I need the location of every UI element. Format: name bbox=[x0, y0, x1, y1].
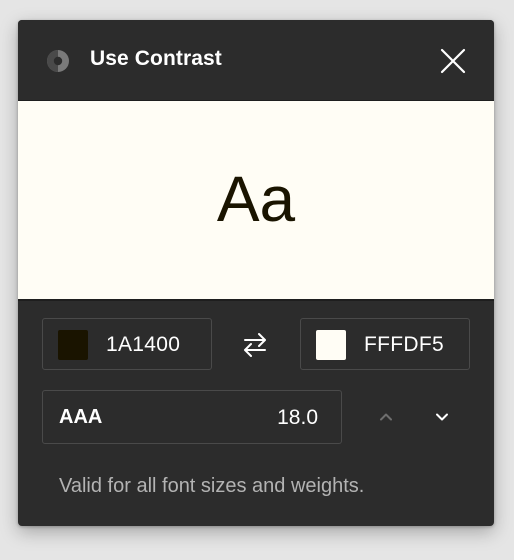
swap-arrows-icon[interactable] bbox=[240, 332, 270, 358]
contrast-status-message: Valid for all font sizes and weights. bbox=[59, 475, 365, 497]
chevron-up-icon[interactable] bbox=[374, 405, 398, 429]
background-swatch[interactable] bbox=[316, 330, 346, 360]
background-color-field[interactable]: FFFDF5 bbox=[300, 318, 470, 370]
title-bar: Use Contrast bbox=[18, 20, 494, 101]
contrast-preview: Aa bbox=[18, 101, 494, 301]
foreground-color-field[interactable]: 1A1400 bbox=[42, 318, 212, 370]
foreground-hex-value[interactable]: 1A1400 bbox=[106, 333, 180, 357]
font-size-value[interactable]: 18.0 bbox=[277, 406, 318, 430]
use-contrast-window: Use Contrast Aa 1A1400 FFFDF5 AAA 18.0 V… bbox=[18, 20, 494, 526]
foreground-swatch[interactable] bbox=[58, 330, 88, 360]
background-hex-value[interactable]: FFFDF5 bbox=[364, 333, 444, 357]
sample-text: Aa bbox=[216, 163, 296, 235]
decrease-size-button[interactable] bbox=[430, 405, 454, 429]
font-size-field[interactable]: AAA 18.0 bbox=[42, 390, 342, 444]
increase-size-button[interactable] bbox=[374, 405, 398, 429]
window-title: Use Contrast bbox=[90, 47, 222, 70]
swap-colors-button[interactable] bbox=[240, 332, 270, 358]
close-button[interactable] bbox=[438, 46, 468, 76]
chevron-down-icon[interactable] bbox=[430, 405, 454, 429]
compliance-level-badge: AAA bbox=[59, 406, 103, 428]
contrast-logo-icon bbox=[46, 49, 70, 73]
close-icon[interactable] bbox=[438, 46, 468, 76]
